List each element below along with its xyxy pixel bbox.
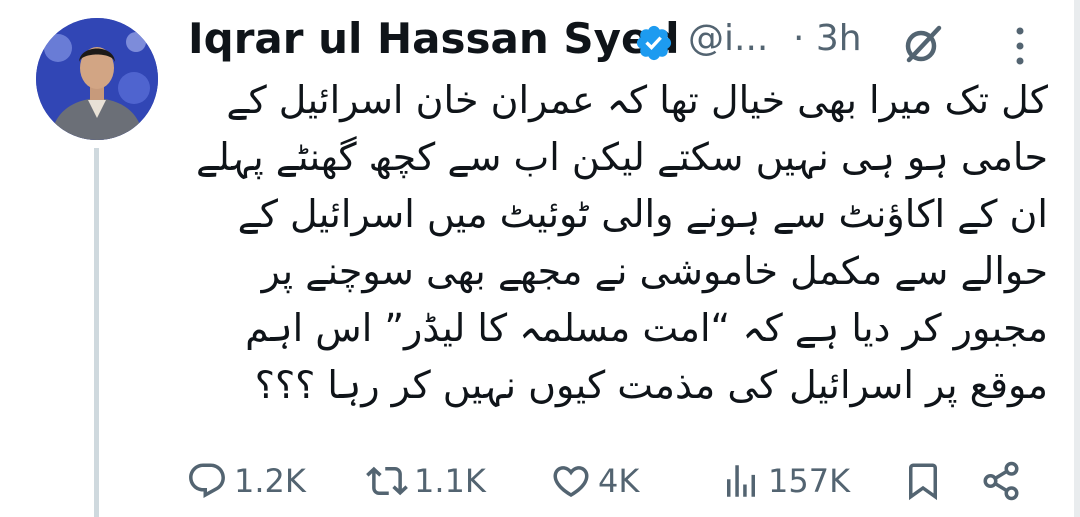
- time-value: 3h: [815, 18, 862, 59]
- retweet-count: 1.1K: [414, 462, 486, 500]
- like-button[interactable]: 4K: [550, 454, 639, 508]
- tweet-header: Iqrar ul Hassan Syed @i... · 3h: [188, 14, 1048, 74]
- thread-connector-line: [94, 148, 99, 517]
- bookmark-button[interactable]: [902, 454, 944, 508]
- share-button[interactable]: [980, 454, 1022, 508]
- grok-icon[interactable]: [899, 20, 947, 68]
- views-button[interactable]: 157K: [720, 454, 850, 508]
- avatar-photo: [36, 18, 158, 140]
- views-count: 157K: [768, 462, 851, 500]
- separator-dot: ·: [793, 18, 805, 59]
- verified-badge-icon: [636, 25, 672, 61]
- reply-button[interactable]: 1.2K: [186, 454, 306, 508]
- bookmark-icon: [909, 463, 937, 501]
- author-name[interactable]: Iqrar ul Hassan Syed: [188, 14, 680, 63]
- retweet-button[interactable]: 1.1K: [366, 454, 486, 508]
- share-icon: [983, 461, 1019, 501]
- heart-icon: [553, 466, 589, 498]
- tweet-text: کل تک میرا بھی خیال تھا کہ عمران خان اسر…: [195, 78, 1048, 407]
- scrollbar-track: [1074, 0, 1080, 517]
- retweet-icon: [366, 466, 408, 496]
- avatar[interactable]: [36, 18, 158, 140]
- like-count: 4K: [598, 462, 640, 500]
- reply-count: 1.2K: [234, 462, 306, 500]
- author-handle[interactable]: @i...: [688, 18, 768, 59]
- views-icon: [727, 465, 755, 497]
- tweet-timestamp[interactable]: · 3h: [793, 18, 862, 59]
- reply-icon: [189, 463, 225, 498]
- more-options-icon[interactable]: [1012, 24, 1028, 68]
- tweet-actions: 1.2K 1.1K 4K 157K: [186, 454, 1046, 508]
